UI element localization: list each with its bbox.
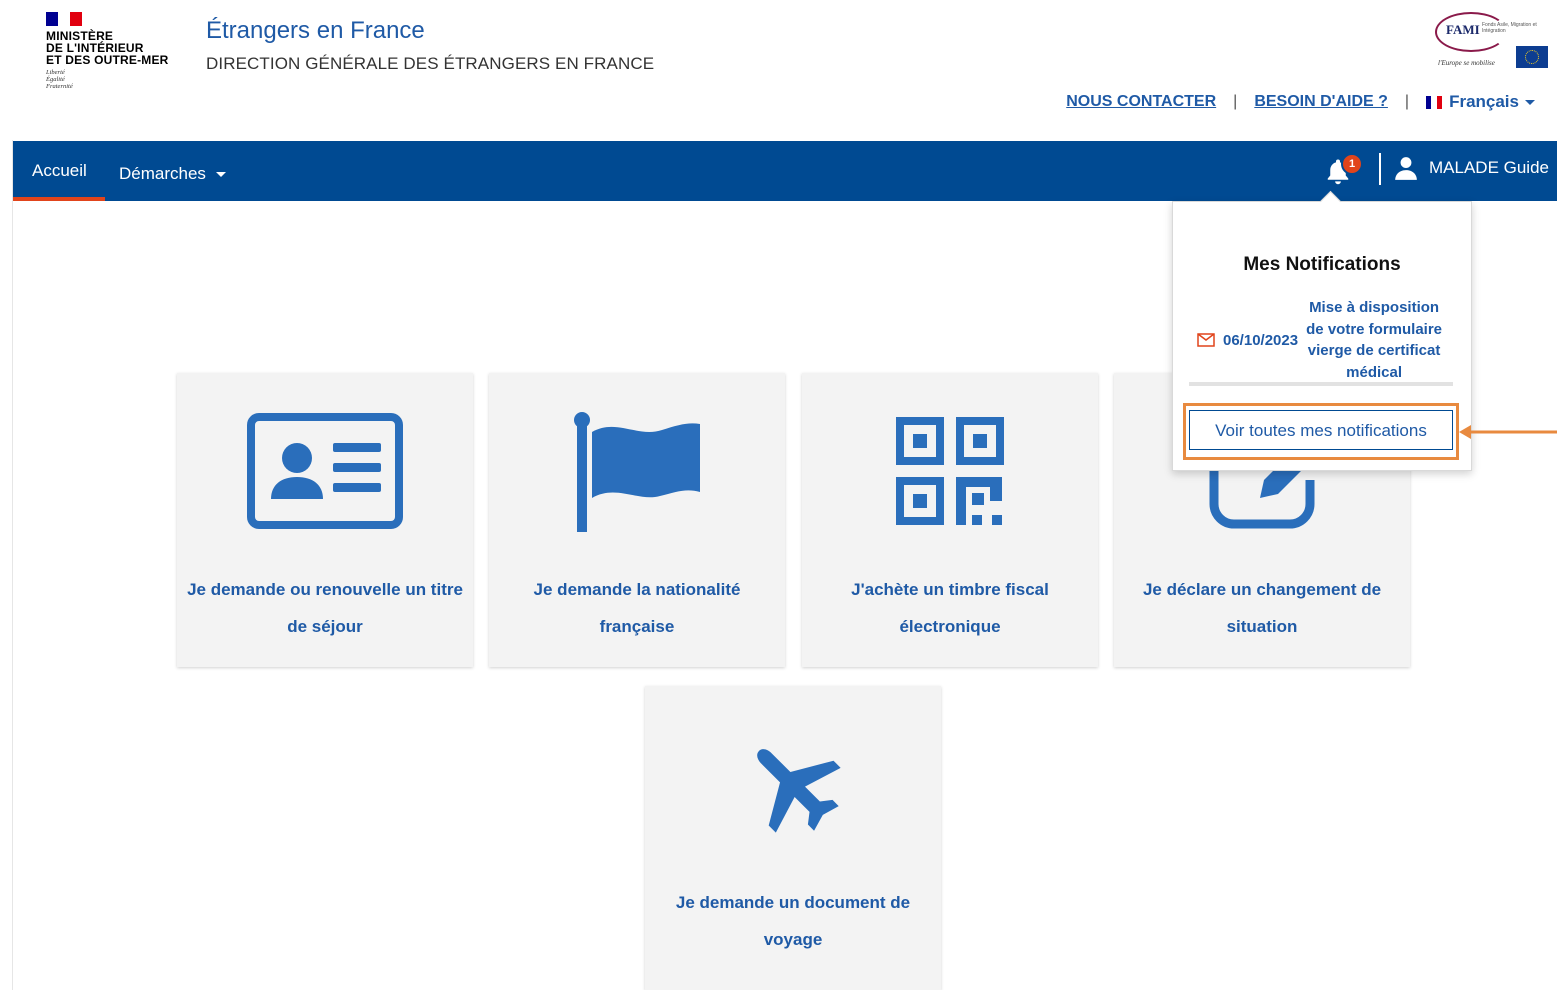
active-tab-indicator [13, 197, 105, 201]
main-navbar: Accueil Démarches 1 MALADE Guide [13, 141, 1557, 201]
french-flag-icon [1426, 95, 1443, 109]
card-tax-stamp[interactable]: J'achète un timbre fiscal électronique [802, 373, 1098, 667]
help-link[interactable]: BESOIN D'AIDE ? [1254, 93, 1388, 111]
notification-date: 06/10/2023 [1223, 331, 1299, 349]
user-icon [1395, 157, 1417, 180]
notification-count-badge: 1 [1341, 153, 1363, 175]
caret-down-icon [1525, 99, 1535, 105]
republic-motto: Liberté Égalité Fraternité [46, 69, 73, 90]
qr-code-icon [896, 417, 1004, 525]
site-subtitle: DIRECTION GÉNÉRALE DES ÉTRANGERS EN FRAN… [206, 54, 655, 73]
eu-flag-icon [1516, 46, 1548, 68]
id-card-icon [247, 413, 403, 529]
notifications-button[interactable]: 1 [1323, 153, 1363, 189]
card-label: J'achète un timbre fiscal électronique [851, 580, 1049, 636]
ministry-name: MINISTÈRE DE L'INTÉRIEUR ET DES OUTRE-ME… [46, 29, 169, 67]
site-header: MINISTÈRE DE L'INTÉRIEUR ET DES OUTRE-ME… [0, 0, 1557, 140]
nav-divider [1379, 153, 1381, 185]
card-nationality[interactable]: Je demande la nationalité française [489, 373, 785, 667]
airplane-icon [757, 749, 841, 833]
ministry-logo[interactable]: MINISTÈRE DE L'INTÉRIEUR ET DES OUTRE-ME… [46, 12, 186, 90]
notification-message[interactable]: Mise à disposition de votre formulaire v… [1304, 297, 1444, 383]
notification-divider [1189, 382, 1453, 386]
language-selector[interactable]: Français [1426, 92, 1535, 112]
marianne-flag-icon [46, 12, 82, 26]
user-name: MALADE Guide [1429, 158, 1549, 177]
annotation-highlight-box [1183, 403, 1459, 460]
top-links: NOUS CONTACTER | BESOIN D'AIDE ? | Franç… [1066, 92, 1535, 112]
user-menu[interactable]: MALADE Guide [1393, 155, 1549, 181]
nav-demarches-label: Démarches [119, 164, 206, 183]
link-separator: | [1404, 93, 1410, 110]
card-label: Je demande un document de voyage [675, 893, 911, 949]
card-label: Je déclare un changement de situation [1142, 580, 1382, 636]
annotation-arrow-icon [1459, 425, 1557, 439]
language-label: Français [1449, 92, 1519, 111]
notification-item[interactable]: 06/10/2023 Mise à disposition de votre f… [1197, 297, 1459, 383]
link-separator: | [1233, 93, 1238, 110]
card-residence-permit[interactable]: Je demande ou renouvelle un titre de séj… [177, 373, 473, 667]
contact-link[interactable]: NOUS CONTACTER [1066, 93, 1216, 111]
card-label: Je demande ou renouvelle un titre de séj… [187, 580, 463, 636]
envelope-icon [1197, 333, 1215, 347]
nav-demarches-dropdown[interactable]: Démarches [119, 164, 226, 184]
notifications-title: Mes Notifications [1243, 254, 1401, 275]
card-travel-document[interactable]: Je demande un document de voyage [645, 686, 941, 990]
caret-down-icon [215, 172, 226, 178]
card-label: Je demande la nationalité française [533, 580, 741, 636]
site-title[interactable]: Étrangers en France [206, 17, 425, 45]
flag-icon [574, 412, 700, 532]
nav-home[interactable]: Accueil [32, 161, 87, 181]
fami-logo: FAMI Fonds Asile, Migration et Intégrati… [1432, 10, 1548, 72]
